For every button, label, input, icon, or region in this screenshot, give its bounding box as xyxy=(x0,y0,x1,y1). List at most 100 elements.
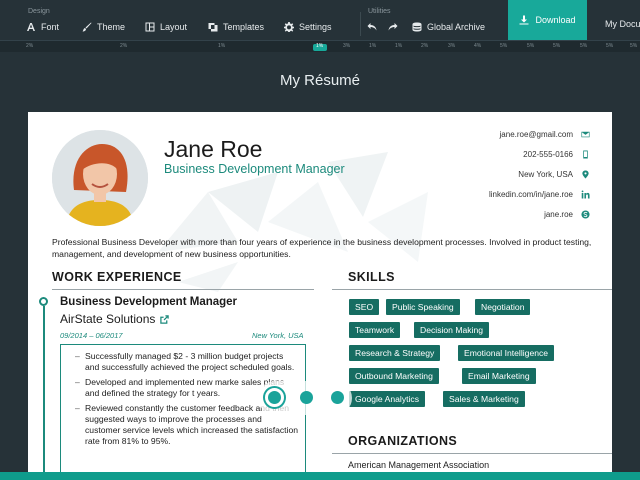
organizations-heading[interactable]: ORGANIZATIONS xyxy=(348,434,457,448)
location-pin-icon xyxy=(582,170,589,179)
skill-tag[interactable]: Decision Making xyxy=(414,322,490,338)
skill-tag[interactable]: SEO xyxy=(349,299,380,315)
job-bullet[interactable]: Successfully managed $2 - 3 million budg… xyxy=(75,351,299,373)
undo-icon xyxy=(367,23,377,31)
work-experience-rule xyxy=(52,289,314,290)
carousel-dot[interactable] xyxy=(300,391,313,404)
layout-button[interactable]: Layout xyxy=(145,19,187,35)
ruler-tick[interactable]: 5% xyxy=(500,43,507,49)
redo-icon xyxy=(388,23,398,31)
skills-heading[interactable]: SKILLS xyxy=(348,270,395,284)
templates-label: Templates xyxy=(223,22,265,32)
skill-tag[interactable]: Research & Strategy xyxy=(349,345,441,361)
carousel-dot[interactable] xyxy=(331,391,344,404)
ruler-tick[interactable]: 1% xyxy=(218,43,225,49)
skill-tag[interactable]: Public Speaking xyxy=(386,299,460,315)
contact-email-text: jane.roe@gmail.com xyxy=(499,130,573,139)
page-title: My Résumé xyxy=(279,72,361,89)
work-experience-heading[interactable]: WORK EXPERIENCE xyxy=(52,270,182,284)
contact-location-text: New York, USA xyxy=(518,170,573,179)
skill-tag[interactable]: Emotional Intelligence xyxy=(458,345,555,361)
download-icon xyxy=(519,15,529,25)
design-group-label: Design xyxy=(28,8,50,15)
skill-tag[interactable]: Sales & Marketing xyxy=(443,391,525,407)
organization-item[interactable]: American Management Association xyxy=(348,460,489,470)
ruler-tick-active[interactable]: 1% xyxy=(316,43,323,49)
top-toolbar: Design Utilities Font Theme Layout Templ… xyxy=(0,0,640,40)
external-link-icon xyxy=(160,314,170,324)
templates-button[interactable]: Templates xyxy=(208,19,264,35)
skill-tag[interactable]: Google Analytics xyxy=(349,391,426,407)
download-label: Download xyxy=(535,15,576,25)
ruler-tick[interactable]: 2% xyxy=(26,43,33,49)
global-archive-label: Global Archive xyxy=(427,22,486,32)
ruler-tick[interactable]: 5% xyxy=(527,43,534,49)
settings-gear-icon xyxy=(284,22,294,32)
font-button[interactable]: Font xyxy=(26,19,59,35)
job-company[interactable]: AirState Solutions xyxy=(60,312,170,326)
download-button[interactable]: Download xyxy=(508,0,587,40)
resume-page: Jane Roe Business Development Manager ja… xyxy=(28,112,612,472)
ruler-tick[interactable]: 3% xyxy=(448,43,455,49)
email-icon xyxy=(581,131,590,138)
ruler-tick[interactable]: 2% xyxy=(120,43,127,49)
profile-photo[interactable] xyxy=(52,130,148,226)
profile-portrait-icon xyxy=(52,130,148,226)
skill-tag[interactable]: Negotiation xyxy=(475,299,531,315)
theme-label: Theme xyxy=(97,22,126,32)
settings-label: Settings xyxy=(299,22,332,32)
phone-icon xyxy=(583,150,588,159)
timeline-line xyxy=(43,306,45,472)
skill-tag[interactable]: Email Marketing xyxy=(462,368,536,384)
organizations-rule xyxy=(332,453,612,454)
ruler-tick[interactable]: 4% xyxy=(474,43,481,49)
carousel-dot-active[interactable] xyxy=(265,388,284,407)
contact-phone[interactable]: 202-555-0166 xyxy=(523,150,590,159)
resume-summary[interactable]: Professional Business Developer with mor… xyxy=(52,236,592,260)
contact-phone-text: 202-555-0166 xyxy=(523,150,573,159)
ruler-tick[interactable]: 5% xyxy=(553,43,560,49)
layout-icon xyxy=(145,22,155,32)
ruler-tick[interactable]: 3% xyxy=(343,43,350,49)
templates-icon xyxy=(208,23,218,32)
undo-button[interactable] xyxy=(367,19,377,35)
contact-location[interactable]: New York, USA xyxy=(518,170,590,179)
contact-linkedin-text: linkedin.com/in/jane.roe xyxy=(488,190,573,199)
page-carousel xyxy=(258,381,352,415)
global-archive-button[interactable]: Global Archive xyxy=(412,19,485,35)
linkedin-icon xyxy=(581,190,590,199)
theme-button[interactable]: Theme xyxy=(82,19,125,35)
skills-rule xyxy=(332,289,612,290)
resume-role[interactable]: Business Development Manager xyxy=(164,162,345,176)
ruler-tick[interactable]: 1% xyxy=(369,43,376,49)
redo-button[interactable] xyxy=(388,19,398,35)
ruler-tick[interactable]: 5% xyxy=(606,43,613,49)
job-location[interactable]: New York, USA xyxy=(252,331,304,340)
layout-label: Layout xyxy=(160,22,188,32)
job-company-text: AirState Solutions xyxy=(60,312,156,326)
resume-name[interactable]: Jane Roe xyxy=(164,136,262,163)
ruler-tick[interactable]: 5% xyxy=(580,43,587,49)
theme-brush-icon xyxy=(82,22,92,32)
contact-skype-text: jane.roe xyxy=(544,210,573,219)
font-icon xyxy=(27,23,35,31)
job-title[interactable]: Business Development Manager xyxy=(60,296,237,308)
contact-email[interactable]: jane.roe@gmail.com xyxy=(500,130,590,139)
section-ruler: 2% 2% 1% 1% 3% 1% 1% 2% 3% 4% 5% 5% 5% 5… xyxy=(0,40,640,52)
skill-tag[interactable]: Outbound Marketing xyxy=(349,368,439,384)
my-documents-link[interactable]: My Docu xyxy=(605,19,640,29)
job-dates[interactable]: 09/2014 – 06/2017 xyxy=(60,331,123,340)
utilities-group-label: Utilities xyxy=(368,8,391,15)
timeline-dot xyxy=(39,297,48,306)
skype-icon xyxy=(581,210,590,219)
skill-tag[interactable]: Teamwork xyxy=(349,322,401,338)
bottom-strip xyxy=(0,472,640,480)
ruler-tick[interactable]: 2% xyxy=(421,43,428,49)
toolbar-separator xyxy=(360,12,361,36)
contact-skype[interactable]: jane.roe xyxy=(544,210,590,219)
settings-button[interactable]: Settings xyxy=(284,19,332,35)
ruler-tick[interactable]: 5% xyxy=(630,43,637,49)
ruler-tick[interactable]: 1% xyxy=(395,43,402,49)
contact-linkedin[interactable]: linkedin.com/in/jane.roe xyxy=(489,190,590,199)
archive-icon xyxy=(412,22,422,32)
